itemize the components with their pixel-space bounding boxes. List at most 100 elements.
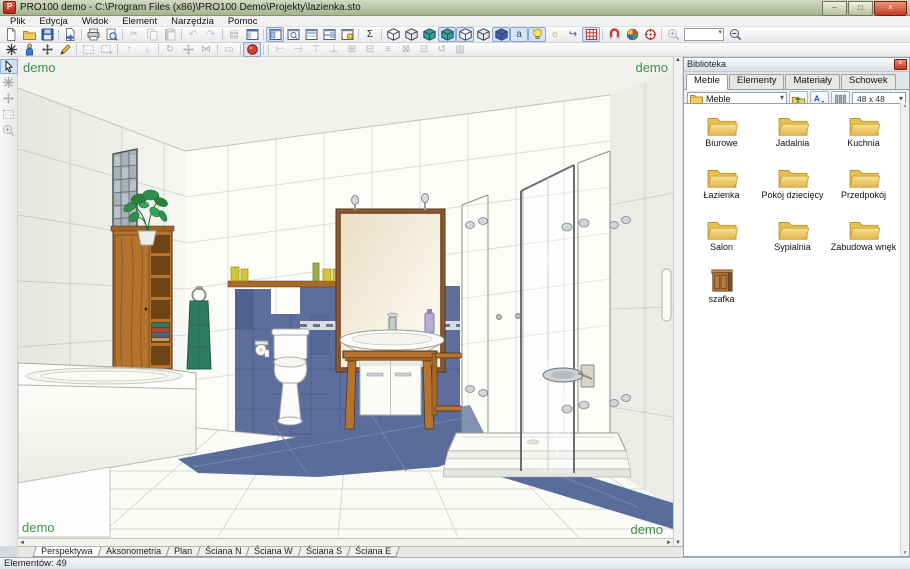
view-tab-ściana-s[interactable]: Ściana S bbox=[297, 547, 350, 557]
dim-width-icon: ⊢ bbox=[276, 44, 285, 55]
toolbar-view-wireframe-button[interactable] bbox=[384, 27, 402, 42]
toolbar-zoom-out-button[interactable] bbox=[726, 27, 744, 42]
toolbar-smooth-view-button[interactable]: ↪ bbox=[564, 27, 582, 42]
toolbar-save-button[interactable] bbox=[38, 27, 56, 42]
view-tab-aksonometria[interactable]: Aksonometria bbox=[97, 547, 169, 557]
toolbar-view-sketch-button[interactable] bbox=[474, 27, 492, 42]
library-item-sypialnia[interactable]: Sypialnia bbox=[757, 214, 828, 266]
toolbar-open-button[interactable] bbox=[20, 27, 38, 42]
library-item-pokój-dziecięcy[interactable]: Pokój dziecięcy bbox=[757, 162, 828, 214]
menu-item-pomoc[interactable]: Pomoc bbox=[221, 16, 265, 27]
menu-item-element[interactable]: Element bbox=[115, 16, 164, 27]
toolbar-to-front-button: ⊠ bbox=[397, 42, 415, 57]
toolbar-view-outline-button[interactable] bbox=[456, 27, 474, 42]
view-tab-ściana-n[interactable]: Ściana N bbox=[196, 547, 250, 557]
library-tab-materiały[interactable]: Materiały bbox=[785, 74, 840, 89]
library-item-zabudowa-wnęk[interactable]: Zabudowa wnęk bbox=[828, 214, 899, 266]
toolbar-select-group-button bbox=[0, 75, 18, 90]
library-item-łazienka[interactable]: Łazienka bbox=[686, 162, 757, 214]
toolbar-new-button[interactable] bbox=[2, 27, 20, 42]
toolbar-left bbox=[0, 57, 18, 546]
toolbar-window-preview-button[interactable] bbox=[284, 27, 302, 42]
library-close-button[interactable]: × bbox=[894, 59, 907, 70]
undo-icon: ↶ bbox=[189, 29, 197, 40]
toolbar-snap-button[interactable] bbox=[605, 27, 623, 42]
view-tab-perspektywa[interactable]: Perspektywa bbox=[32, 547, 101, 557]
toolbar-pointer-button[interactable] bbox=[0, 59, 18, 74]
scroll-left-icon[interactable]: ◄ bbox=[19, 540, 25, 546]
toolbar-collision-check-button[interactable] bbox=[243, 42, 261, 57]
library-caption[interactable]: Biblioteka × bbox=[684, 58, 909, 72]
toolbar-window-report-button[interactable] bbox=[338, 27, 356, 42]
toolbar-draw-element-button[interactable] bbox=[56, 42, 74, 57]
toolbar-view-edges-button[interactable]: a bbox=[510, 27, 528, 42]
library-item-szafka[interactable]: szafka bbox=[686, 266, 757, 318]
scroll-right-icon[interactable]: ► bbox=[666, 540, 672, 546]
toolbar-grid-button[interactable] bbox=[582, 27, 600, 42]
wall-radiator-handle[interactable] bbox=[662, 269, 671, 321]
library-item-biurowe[interactable]: Biurowe bbox=[686, 110, 757, 162]
toolbar-light-button[interactable] bbox=[528, 27, 546, 42]
toolbar-select-elements-button[interactable] bbox=[2, 42, 20, 57]
title-bar[interactable]: P PRO100 demo - C:\Program Files (x86)\P… bbox=[0, 0, 910, 16]
close-button[interactable]: × bbox=[874, 1, 907, 16]
toolbar-window-list-button[interactable] bbox=[302, 27, 320, 42]
minimize-button[interactable]: – bbox=[822, 1, 847, 16]
toolbar-view-hidden-lines-button[interactable] bbox=[402, 27, 420, 42]
menu-item-widok[interactable]: Widok bbox=[75, 16, 115, 27]
menu-item-edycja[interactable]: Edycja bbox=[32, 16, 75, 27]
soap-bottle bbox=[425, 313, 434, 333]
viewport-vertical-scrollbar[interactable]: ▲▼ bbox=[673, 57, 682, 546]
toolbar-print-button[interactable] bbox=[84, 27, 102, 42]
scroll-up-icon[interactable]: ▲ bbox=[903, 103, 908, 109]
toolbar-view-final-button[interactable] bbox=[492, 27, 510, 42]
toolbar-view-textures-button[interactable] bbox=[438, 27, 456, 42]
view-tab-ściana-e[interactable]: Ściana E bbox=[346, 547, 399, 557]
library-item-jadalnia[interactable]: Jadalnia bbox=[757, 110, 828, 162]
scroll-up-icon[interactable]: ▲ bbox=[675, 57, 681, 63]
toolbar-align-bottom-button: ⊥ bbox=[325, 42, 343, 57]
view-tab-plan[interactable]: Plan bbox=[165, 547, 200, 557]
toolbar-move-camera-button[interactable] bbox=[38, 42, 56, 57]
toolbar-view-colors-button[interactable] bbox=[420, 27, 438, 42]
window-title: PRO100 demo - C:\Program Files (x86)\PRO… bbox=[20, 2, 361, 13]
toolbar-import-button[interactable] bbox=[61, 27, 79, 42]
toolbar-price-summary-button[interactable]: Σ bbox=[361, 27, 379, 42]
menu-item-plik[interactable]: Plik bbox=[3, 16, 32, 27]
pan-icon bbox=[2, 92, 15, 105]
toolbar-properties-panel-button[interactable] bbox=[243, 27, 261, 42]
library-item-salon[interactable]: Salon bbox=[686, 214, 757, 266]
pro100-window: { "window": { "title": "PRO100 demo - C:… bbox=[0, 0, 910, 569]
toolbar-print-preview-button[interactable] bbox=[102, 27, 120, 42]
toolbar-orbit-button[interactable] bbox=[623, 27, 641, 42]
zoom-level-combo[interactable] bbox=[684, 28, 724, 41]
viewport-horizontal-scrollbar[interactable]: ◄► bbox=[18, 538, 673, 546]
library-tab-schowek[interactable]: Schowek bbox=[841, 74, 896, 89]
scroll-down-icon[interactable]: ▼ bbox=[903, 550, 908, 556]
toolbar-window-split-button[interactable] bbox=[320, 27, 338, 42]
toolbar-shadows-button[interactable]: ☼ bbox=[546, 27, 564, 42]
align-top-icon: ⊤ bbox=[312, 44, 321, 55]
toolbar-walk-mode-button[interactable] bbox=[20, 42, 38, 57]
mirror-element-icon: ⋈ bbox=[201, 44, 211, 55]
zoom-window-icon bbox=[2, 108, 15, 121]
menu-item-narzędzia[interactable]: Narzędzia bbox=[164, 16, 221, 27]
toolbar-dim-height-button: ⊣ bbox=[289, 42, 307, 57]
toolbar-select-add-button bbox=[97, 42, 115, 57]
view-textures-icon bbox=[441, 28, 454, 41]
view-outline-icon bbox=[459, 28, 472, 41]
view-tab-ściana-w[interactable]: Ściana W bbox=[245, 547, 301, 557]
view-sketch-icon bbox=[477, 28, 490, 41]
tall-cabinet[interactable] bbox=[111, 226, 174, 387]
maximize-button[interactable]: □ bbox=[848, 1, 873, 16]
library-tab-meble[interactable]: Meble bbox=[686, 74, 728, 90]
toolbar-window-plan-button[interactable] bbox=[266, 27, 284, 42]
new-icon bbox=[5, 28, 18, 41]
library-scrollbar[interactable]: ▲▼ bbox=[900, 103, 909, 556]
library-item-kuchnia[interactable]: Kuchnia bbox=[828, 110, 899, 162]
folder-icon bbox=[828, 214, 899, 242]
library-tab-elementy[interactable]: Elementy bbox=[729, 74, 785, 89]
design-viewport[interactable]: demo demo demo demo bbox=[18, 57, 673, 538]
library-item-przedpokój[interactable]: Przedpokój bbox=[828, 162, 899, 214]
toolbar-center-view-button[interactable] bbox=[641, 27, 659, 42]
